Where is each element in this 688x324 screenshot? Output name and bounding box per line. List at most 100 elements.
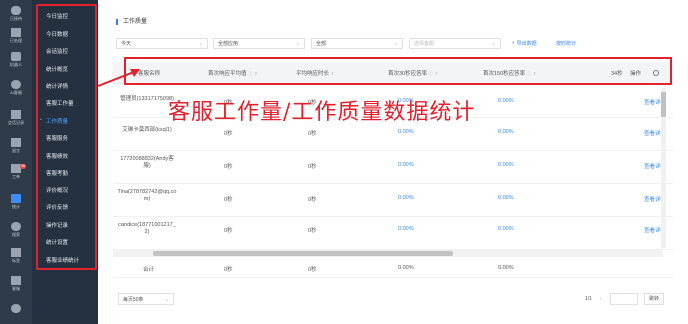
group-select[interactable]: 全部 ⌄ xyxy=(311,38,403,49)
col-header-rate30[interactable]: 首次30秒应答率 ⓘ ⇕ xyxy=(388,69,438,77)
annotation-caption: 客服工作量/工作质量数据统计 xyxy=(168,100,476,125)
ai-icon xyxy=(11,80,21,89)
submenu-item[interactable]: 客服绩效 xyxy=(46,152,68,160)
info-icon: ⓘ ⇕ xyxy=(526,71,537,76)
robot-icon xyxy=(11,52,21,61)
rail-label: 机器人 xyxy=(9,62,23,67)
rail-item-search[interactable]: 搜索 xyxy=(0,222,32,238)
col-header-label: 首次150秒应答率 xyxy=(483,71,526,77)
col-header-action: 操作 xyxy=(630,71,642,77)
submenu-item[interactable]: 客服考勤 xyxy=(46,169,68,177)
rail-label: 已处理 xyxy=(9,38,23,43)
submenu-item[interactable]: 会话监控 xyxy=(46,47,68,55)
rate30-value: 0.00% xyxy=(398,226,414,232)
info-icon: ⓘ ⇕ xyxy=(428,71,439,76)
first-resp-value: 0秒 xyxy=(224,131,233,137)
agent-name: 17720088832(Andy客服) xyxy=(120,156,174,169)
app-select[interactable]: 全部应用 ⌄ xyxy=(213,38,305,49)
rate150-value: 0.00% xyxy=(498,98,514,104)
rail-item-message[interactable]: 留言 xyxy=(0,138,32,154)
rail-item-ai[interactable]: AI客服 xyxy=(0,80,32,96)
agent-icon xyxy=(11,276,21,285)
col-header-34s[interactable]: 34秒 xyxy=(611,69,623,77)
submenu-item[interactable]: 客服工作量 xyxy=(46,99,74,107)
rail-label: 留言 xyxy=(11,148,21,153)
group-select-value: 全部 xyxy=(316,41,327,47)
rail-item-received[interactable]: 已接待 xyxy=(0,6,32,22)
page-jump-input[interactable] xyxy=(610,293,638,305)
horizontal-scrollbar[interactable] xyxy=(113,250,663,257)
submenu-item[interactable]: 统计详情 xyxy=(46,82,68,90)
scrollbar-thumb[interactable] xyxy=(661,92,666,117)
submenu-item[interactable]: 今日数据 xyxy=(46,30,68,38)
table-row: candice(18771001217_2) 0秒 0秒 0.00% 0.00%… xyxy=(113,217,673,250)
chevron-down-icon: ⌄ xyxy=(198,41,203,47)
ticket-badge: 38 xyxy=(20,164,26,169)
page-size-value: 每页50条 xyxy=(123,297,144,303)
rate150-value: 0.00% xyxy=(498,226,514,232)
rate30-value: 0.00% xyxy=(398,195,414,201)
avg-resp-value: 0秒 xyxy=(308,131,317,137)
total-rate150: 0.00% xyxy=(498,265,514,271)
chevron-down-icon: ⌄ xyxy=(295,41,300,47)
vertical-scrollbar[interactable] xyxy=(661,88,666,248)
submenu-item[interactable]: 统计概览 xyxy=(46,65,68,73)
rail-item-history[interactable]: 会话记录 xyxy=(0,110,32,126)
submenu-item[interactable]: 客服业绩统计 xyxy=(46,256,79,264)
agent-select[interactable]: 选择客服 ⌄ xyxy=(409,38,501,49)
rail-item-agent[interactable]: 客服 xyxy=(0,276,32,292)
submenu-item[interactable]: 今日监控 xyxy=(46,12,68,20)
chart-icon xyxy=(11,194,21,203)
rail-item-stats[interactable]: 统计 xyxy=(0,194,32,210)
tag-icon xyxy=(11,248,21,257)
annotation-arrow xyxy=(97,69,140,87)
app-select-value: 全部应用 xyxy=(218,41,239,47)
page-indicator: 1/1 xyxy=(585,296,592,302)
page-size-select[interactable]: 每页50条 ⌄ xyxy=(118,293,174,305)
first-resp-value: 0秒 xyxy=(224,197,233,203)
col-header-rate150[interactable]: 首次150秒应答率 ⓘ ⇕ xyxy=(483,69,536,77)
search-icon xyxy=(11,222,21,231)
col-header-label: 首次响应平均值 xyxy=(208,71,247,77)
schedule-stats-link[interactable]: 按时统计 xyxy=(556,40,576,47)
page-jump-button[interactable]: 跳转 xyxy=(644,293,664,305)
submenu-item[interactable]: 统计设置 xyxy=(46,238,68,246)
page-title: 工作质量 xyxy=(116,19,147,25)
col-header-first-resp[interactable]: 首次响应平均值 ⓘ ⇕ xyxy=(208,69,258,77)
col-header-avg-resp[interactable]: 平均响应时长 ⇕ xyxy=(296,69,334,77)
rail-label: 会话记录 xyxy=(7,120,25,125)
date-select-value: 今天 xyxy=(121,41,132,47)
main-content: 工作质量 今天 ⌄ 全部应用 ⌄ 全部 ⌄ 选择客服 ⌄ ⇡ 导出数据 按时统计… xyxy=(98,0,688,324)
submenu-item[interactable]: 评价概况 xyxy=(46,186,68,194)
rate150-value: 0.00% xyxy=(498,129,514,135)
export-label: 导出数据 xyxy=(516,41,537,47)
rate30-value: 0.00% xyxy=(398,162,414,168)
avg-resp-value: 0秒 xyxy=(308,228,317,234)
rail-item-processed[interactable]: 已处理 xyxy=(0,28,32,44)
agent-name: Tina(278782742@qq.com) xyxy=(117,189,177,202)
agent-name: candice(18771001217_2) xyxy=(118,222,176,235)
gear-icon[interactable] xyxy=(653,70,659,76)
submenu-item[interactable]: 评价反馈 xyxy=(46,203,68,211)
total-label: 合计 xyxy=(143,267,155,273)
rail-item-ticket[interactable]: 38 工单 xyxy=(0,164,32,180)
agent-name: 艾琳卡莫西部(ksql1) xyxy=(122,127,172,133)
export-data-link[interactable]: ⇡ 导出数据 xyxy=(511,40,537,47)
table-header: 客服名称 首次响应平均值 ⓘ ⇕ 平均响应时长 ⇕ 首次30秒应答率 ⓘ ⇕ 首… xyxy=(113,62,673,84)
date-select[interactable]: 今天 ⌄ xyxy=(116,38,208,49)
scrollbar-thumb[interactable] xyxy=(153,251,453,256)
submenu-item[interactable]: 客服服务 xyxy=(46,134,68,142)
rail-label: 已接待 xyxy=(9,16,23,21)
history-icon xyxy=(11,110,21,119)
chat-icon xyxy=(11,6,21,15)
info-icon: ⓘ ⇕ xyxy=(248,71,258,76)
rail-item-tag[interactable]: 标签 xyxy=(0,248,32,264)
table-row: Tina(278782742@qq.com) 0秒 0秒 0.00% 0.00%… xyxy=(113,184,673,217)
rail-item-settings[interactable] xyxy=(0,304,32,313)
next-page-button[interactable]: › xyxy=(600,296,602,302)
submenu-item-active[interactable]: 工作质量 xyxy=(40,117,68,125)
message-icon xyxy=(11,138,21,147)
submenu-item[interactable]: 操作记录 xyxy=(46,221,68,229)
rail-item-robot[interactable]: 机器人 xyxy=(0,52,32,68)
total-avg-resp: 0秒 xyxy=(308,267,317,273)
